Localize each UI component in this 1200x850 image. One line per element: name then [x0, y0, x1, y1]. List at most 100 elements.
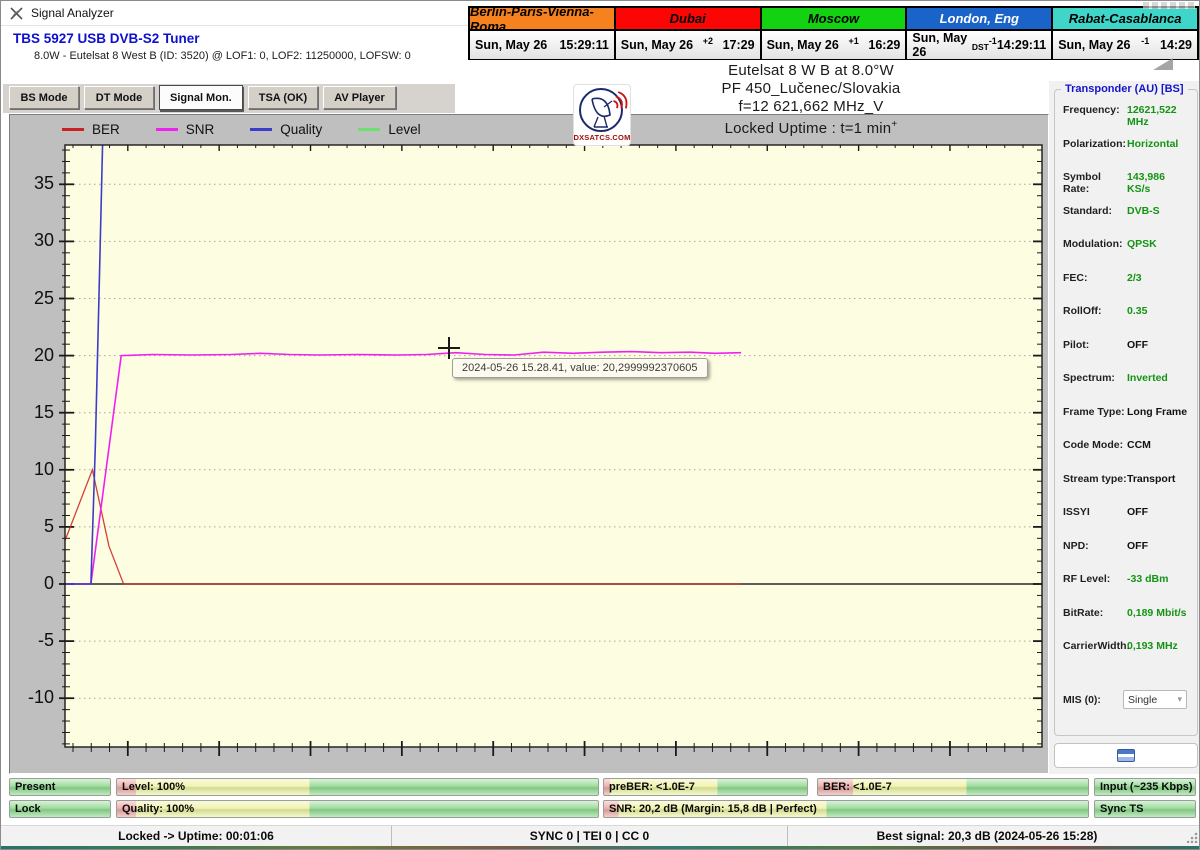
- transponder-value: OFF: [1127, 506, 1148, 518]
- transponder-value: OFF: [1127, 539, 1148, 552]
- transponder-row: Frame Type: Long Frame: [1055, 406, 1197, 440]
- transponder-label: Frequency:: [1063, 104, 1120, 116]
- indicator-bar-input-235-kbps-: Input (~235 Kbps): [1094, 778, 1196, 796]
- clock-time: 16:29: [868, 38, 901, 52]
- clock-time-row: Sun, May 26 DST -1 14:29:11: [907, 31, 1052, 59]
- background-artifact: [1143, 2, 1195, 9]
- clock-city-label: Berlin-Paris-Vienna-Roma: [470, 4, 614, 34]
- y-axis-label: -5: [37, 630, 54, 651]
- indicator-bar-quality: Quality: 100%: [116, 800, 599, 818]
- clock-city-label: London, Eng: [907, 8, 1052, 31]
- transponder-label: Standard:: [1063, 204, 1113, 217]
- transponder-value: 0,193 MHz: [1127, 640, 1178, 652]
- y-axis-label: 35: [33, 173, 54, 194]
- crosshair-cursor: [438, 337, 460, 359]
- tab-signal-mon-[interactable]: Signal Mon.: [159, 85, 243, 110]
- clock-date: Sun, May 26: [912, 31, 968, 59]
- transponder-row: Symbol Rate: 143,986 KS/s: [1055, 171, 1197, 205]
- transponder-row: RollOff: 0.35: [1055, 305, 1197, 339]
- fold-corner-icon: [1153, 58, 1173, 70]
- window-list-button[interactable]: [1054, 743, 1198, 768]
- y-axis-label: 20: [33, 344, 54, 365]
- status-bar: Locked -> Uptime: 00:01:06 SYNC 0 | TEI …: [1, 825, 1199, 846]
- chevron-down-icon: ▾: [1177, 694, 1182, 704]
- transponder-value: QPSK: [1127, 238, 1157, 250]
- indicator-bar-ber: BER: <1.0E-7: [817, 778, 1089, 796]
- logo-text: DXSATCS.COM: [573, 133, 631, 142]
- transponder-row: Modulation: QPSK: [1055, 238, 1197, 272]
- y-axis-label: -10: [27, 687, 54, 708]
- transponder-label: Pilot:: [1063, 338, 1090, 351]
- transponder-value: 12621,522 MHz: [1127, 104, 1177, 128]
- signal-time-chart[interactable]: [10, 115, 1048, 773]
- overlay-site: PF 450_Lučenec/Slovakia: [721, 80, 901, 97]
- transponder-value: 0.35: [1127, 305, 1148, 317]
- tab-tsa-ok-[interactable]: TSA (OK): [247, 86, 319, 109]
- transponder-label: Frame Type:: [1063, 405, 1125, 418]
- transponder-row: Frequency: 12621,522 MHz: [1055, 104, 1197, 138]
- clock-city-label: Dubai: [615, 8, 760, 31]
- tab-av-player[interactable]: AV Player: [323, 86, 396, 109]
- clock-2: Moscow Sun, May 26 +1 16:29: [761, 8, 906, 59]
- signal-chart-panel: BER SNR Quality Level 2024-05-26 15.28.41, …: [9, 114, 1049, 774]
- mis-dropdown[interactable]: Single ▾: [1123, 690, 1187, 709]
- clock-time: 15:29:11: [559, 38, 609, 52]
- clock-time: 17:29: [722, 38, 755, 52]
- clock-3: London, Eng Sun, May 26 DST -1 14:29:11: [907, 8, 1052, 59]
- indicator-bar-sync-ts: Sync TS: [1094, 800, 1196, 818]
- transponder-row: Pilot: OFF: [1055, 339, 1197, 373]
- app-satellite-icon: [10, 6, 23, 20]
- clock-date: Sun, May 26: [620, 38, 694, 52]
- transponder-value: 0,189 Mbit/s: [1127, 606, 1187, 619]
- indicator-bar-lock: Lock: [9, 800, 111, 818]
- y-axis-label: 0: [43, 573, 54, 593]
- chart-tooltip: 2024-05-26 15.28.41, value: 20,299999237…: [452, 358, 708, 378]
- indicator-bar-present: Present: [9, 778, 111, 796]
- world-clocks: Berlin-Paris-Vienna-Roma Sun, May 26 15:29…: [468, 4, 1199, 60]
- tuner-subtitle: 8.0W - Eutelsat 8 West B (ID: 3520) @ LO…: [34, 50, 411, 62]
- transponder-row: Standard: DVB-S: [1055, 205, 1197, 239]
- mis-value: Single: [1128, 693, 1158, 706]
- status-best-signal: Best signal: 20,3 dB (2024-05-26 15:28): [787, 826, 1186, 846]
- mode-tabs: BS Mode DT Mode Signal Mon. TSA (OK) AV Play…: [9, 85, 396, 110]
- clock-date: Sun, May 26: [1058, 38, 1131, 52]
- transponder-label: CarrierWidth:: [1063, 640, 1130, 652]
- clock-offset: -1: [1141, 36, 1150, 46]
- transponder-value: 2/3: [1127, 271, 1142, 284]
- clock-time-row: Sun, May 26 -1 14:29: [1053, 31, 1197, 59]
- transponder-row: RF Level: -33 dBm: [1055, 573, 1197, 607]
- y-axis-label: 10: [33, 458, 54, 479]
- transponder-row: BitRate: 0,189 Mbit/s: [1055, 607, 1197, 641]
- transponder-label: BitRate:: [1063, 606, 1104, 619]
- clock-offset: DST -1: [971, 36, 997, 52]
- clock-date: Sun, May 26: [766, 38, 839, 52]
- transponder-label: Modulation:: [1063, 238, 1123, 250]
- clock-time: 14:29:11: [996, 38, 1047, 52]
- transponder-row: Spectrum: Inverted: [1055, 372, 1197, 406]
- transponder-label: RollOff:: [1063, 305, 1102, 317]
- transponder-row: FEC: 2/3: [1055, 272, 1197, 306]
- transponder-label: Symbol Rate:: [1063, 171, 1101, 195]
- clock-time-row: Sun, May 26 15:29:11: [470, 31, 614, 59]
- clock-city-label: Moscow: [761, 8, 906, 31]
- transponder-value: 143,986 KS/s: [1127, 171, 1165, 195]
- tab-bs-mode[interactable]: BS Mode: [9, 86, 79, 109]
- transponder-label: RF Level:: [1063, 573, 1111, 585]
- transponder-row: Polarization: Horizontal: [1055, 138, 1197, 172]
- indicator-bar-snr: SNR: 20,2 dB (Margin: 15,8 dB | Perfect): [603, 800, 1089, 818]
- clock-offset: +2: [702, 36, 713, 46]
- transponder-label: Stream type:: [1063, 472, 1127, 485]
- transponder-value: Transport: [1127, 472, 1176, 485]
- resize-grip[interactable]: [1186, 826, 1199, 846]
- clock-time-row: Sun, May 26 +1 16:29: [761, 31, 906, 59]
- tab-dt-mode[interactable]: DT Mode: [84, 86, 154, 109]
- clock-1: Dubai Sun, May 26 +2 17:29: [615, 8, 760, 59]
- satellite-dish-icon: [579, 88, 628, 132]
- transponder-row: CarrierWidth: 0,193 MHz: [1055, 640, 1197, 674]
- y-axis-label: 15: [33, 401, 54, 422]
- clock-time: 14:29: [1160, 38, 1192, 52]
- transponder-rows: Frequency: 12621,522 MHz Polarization: Hori…: [1055, 104, 1197, 674]
- mis-label: MIS (0):: [1063, 693, 1101, 706]
- transponder-label: FEC:: [1063, 271, 1088, 284]
- clock-time-row: Sun, May 26 +2 17:29: [615, 31, 760, 59]
